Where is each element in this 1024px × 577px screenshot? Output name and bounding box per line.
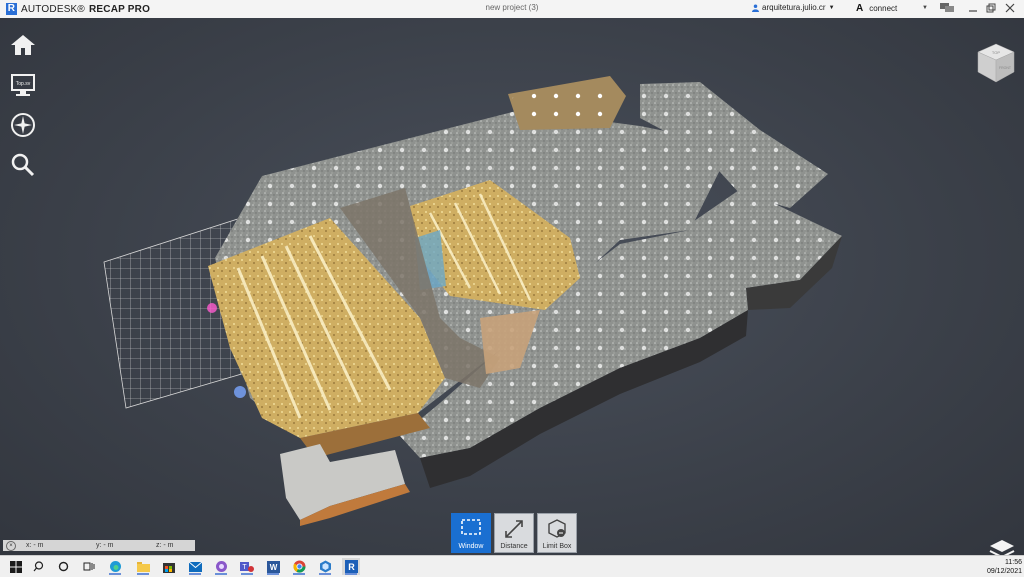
viewcube-top-label: TOP	[992, 50, 1000, 55]
annex-bottom	[280, 444, 410, 526]
coordinates-readout: × x: - m y: - m z: - m	[3, 540, 195, 551]
taskbar-search-button[interactable]	[29, 558, 47, 575]
folder-icon	[136, 562, 150, 572]
distance-label: Distance	[500, 543, 528, 550]
mail-button[interactable]	[186, 558, 204, 575]
view-monitor-icon: Top.sv	[11, 74, 35, 96]
restore-icon[interactable]	[986, 3, 996, 13]
app-cube-button[interactable]	[316, 558, 334, 575]
limit-box-icon	[548, 519, 566, 538]
svg-text:W: W	[269, 563, 277, 572]
svg-text:T: T	[242, 564, 247, 571]
point-cloud-model[interactable]	[0, 18, 1024, 555]
recap-button[interactable]: R	[342, 558, 360, 575]
connect-menu[interactable]: A connect	[856, 3, 897, 14]
chrome-button[interactable]	[290, 558, 308, 575]
distance-icon	[505, 520, 523, 538]
window-select-icon	[461, 519, 481, 535]
svg-text:R: R	[348, 562, 355, 572]
edge-icon	[109, 561, 121, 572]
user-icon	[752, 4, 759, 12]
coord-x: x: - m	[26, 542, 44, 549]
chevron-down-icon: ▼	[828, 4, 835, 11]
light-spot	[207, 303, 217, 313]
window-select-button[interactable]: Window	[451, 513, 491, 553]
app-cube-icon	[319, 560, 331, 573]
task-view-button[interactable]	[80, 558, 98, 575]
cortana-icon	[58, 561, 68, 572]
store-icon	[163, 562, 175, 573]
close-icon[interactable]: ×	[6, 540, 16, 551]
bottom-toolbar: Window Distance Limit Box	[451, 513, 577, 553]
cortana-button[interactable]	[54, 558, 72, 575]
close-icon[interactable]	[1005, 3, 1015, 13]
user-menu[interactable]: arquitetura.julio.cr ▼	[752, 3, 835, 12]
system-clock[interactable]: 11:56 09/12/2021	[982, 558, 1022, 576]
word-button[interactable]: W	[264, 558, 282, 575]
teams-icon: T	[240, 562, 254, 572]
coord-y: y: - m	[96, 542, 114, 549]
user-name: arquitetura.julio.cr	[762, 3, 826, 12]
recap-icon: R	[344, 560, 358, 573]
compass-icon	[11, 113, 35, 137]
distance-button[interactable]: Distance	[494, 513, 534, 553]
windows-logo-icon	[10, 560, 22, 573]
chat-icon[interactable]	[940, 3, 954, 14]
home-button[interactable]	[8, 30, 38, 60]
edge-button[interactable]	[106, 558, 124, 575]
home-icon	[11, 35, 35, 55]
mail-icon	[188, 561, 202, 572]
light-spot	[234, 386, 246, 398]
windows-taskbar: T W R 11:56 09/12/2021	[0, 555, 1024, 577]
chevron-down-icon[interactable]: ▼	[922, 5, 928, 11]
orbit-button[interactable]	[8, 110, 38, 140]
viewcube[interactable]: TOP FRONT	[976, 42, 1016, 84]
minimize-icon[interactable]	[968, 3, 978, 13]
store-button[interactable]	[160, 558, 178, 575]
window-label: Window	[458, 543, 484, 550]
search-icon	[11, 153, 35, 177]
limit-box-button[interactable]: Limit Box	[537, 513, 577, 553]
file-explorer-button[interactable]	[134, 558, 152, 575]
word-icon: W	[266, 560, 280, 573]
app-button[interactable]	[212, 558, 230, 575]
title-bar: R AUTODESK® RECAP PRO new project (3) ar…	[0, 0, 1024, 19]
autodesk-a-icon: A	[856, 3, 864, 14]
clock-time: 11:56	[1005, 559, 1022, 566]
app-icon	[215, 561, 227, 572]
viewcube-side-label: FRONT	[999, 66, 1012, 70]
3d-viewport[interactable]: Top.sv TOP FRONT	[0, 18, 1024, 564]
search-icon	[33, 561, 43, 572]
start-button[interactable]	[7, 558, 25, 575]
teams-button[interactable]: T	[238, 558, 256, 575]
limit-box-label: Limit Box	[542, 543, 572, 550]
task-view-icon	[83, 562, 95, 571]
clock-date: 09/12/2021	[986, 568, 1022, 575]
view-button[interactable]: Top.sv	[8, 70, 38, 100]
monitor-tooltip: Top.sv	[16, 81, 31, 87]
chrome-icon	[292, 560, 305, 573]
coord-z: z: - m	[156, 542, 174, 549]
zoom-button[interactable]	[8, 150, 38, 180]
connect-label: connect	[869, 4, 898, 13]
